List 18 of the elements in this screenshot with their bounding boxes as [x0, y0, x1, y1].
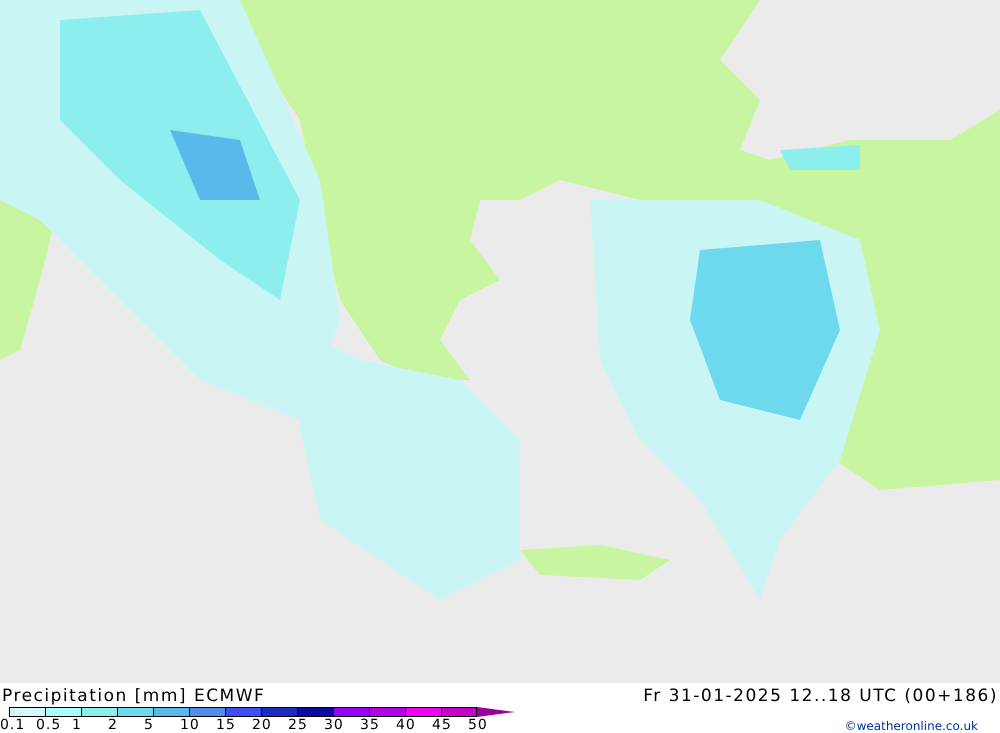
legend-label: 20: [252, 718, 273, 733]
legend-label: 10: [180, 718, 201, 733]
arrow-icon: [477, 707, 515, 717]
valid-time: Fr 31-01-2025 12..18 UTC (00+186): [643, 686, 998, 706]
legend-label: 30: [324, 718, 345, 733]
legend-label: 2: [108, 718, 119, 733]
legend-label: 40: [396, 718, 417, 733]
legend-label: 50: [468, 718, 489, 733]
legend-label: 1: [72, 718, 83, 733]
legend-label: 45: [432, 718, 453, 733]
credit-link[interactable]: ©weatheronline.co.uk: [844, 719, 978, 733]
legend-label: 0.1: [0, 718, 26, 733]
legend-label: 0.5: [36, 718, 62, 733]
chart-title: Precipitation [mm] ECMWF: [2, 686, 266, 706]
legend-label: 5: [144, 718, 155, 733]
legend-label: 35: [360, 718, 381, 733]
legend-label: 25: [288, 718, 309, 733]
legend-label: 15: [216, 718, 237, 733]
